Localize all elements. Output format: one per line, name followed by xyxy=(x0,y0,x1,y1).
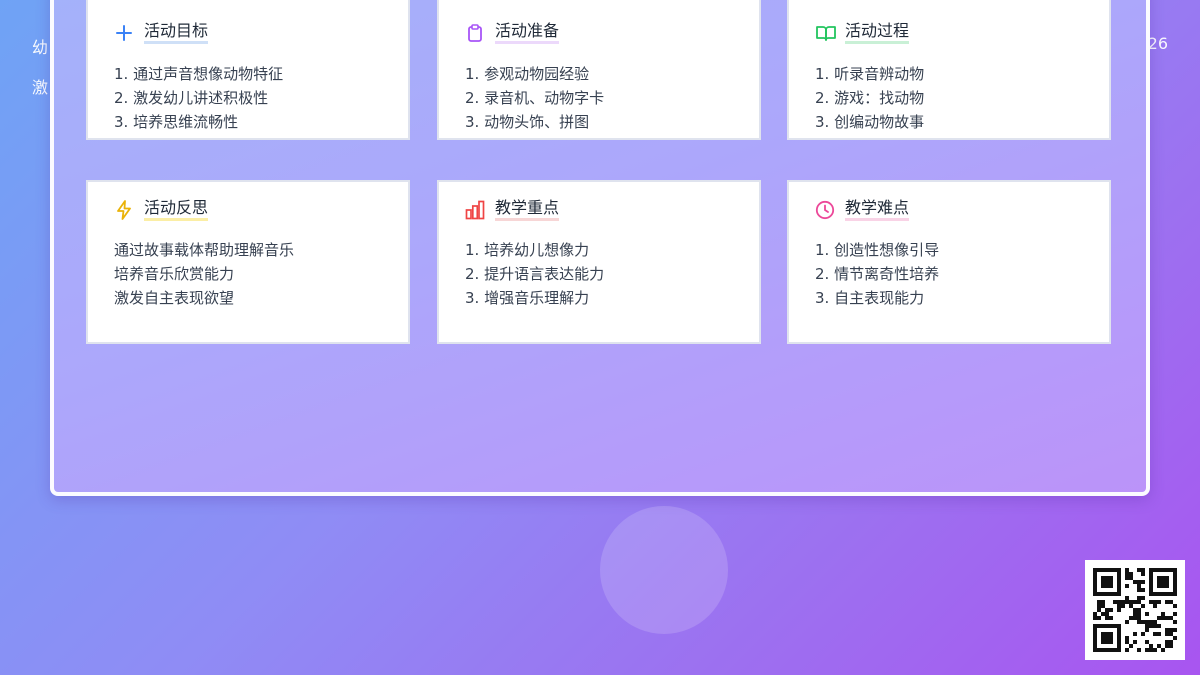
list-item: 3. 培养思维流畅性 xyxy=(114,113,239,131)
list-item: 激发自主表现欲望 xyxy=(114,289,235,307)
card-activity-reflection: 活动反思 通过故事载体帮助理解音乐 培养音乐欣赏能力 激发自主表现欲望 xyxy=(86,180,410,344)
card-title: 教学难点 xyxy=(845,199,910,221)
card-title: 活动反思 xyxy=(144,199,209,221)
background-text-line-1: 幼 xyxy=(32,38,49,57)
decorative-circle xyxy=(600,506,728,634)
list-item: 3. 创编动物故事 xyxy=(815,113,925,131)
list-item: 1. 创造性想像引导 xyxy=(815,241,940,259)
list-item: 3. 增强音乐理解力 xyxy=(465,289,590,307)
list-item: 1. 通过声音想像动物特征 xyxy=(114,65,284,83)
list-item: 2. 激发幼儿讲述积极性 xyxy=(114,89,269,107)
background-text-line-2: 激 xyxy=(32,78,49,97)
card-list: 通过故事载体帮助理解音乐 培养音乐欣赏能力 激发自主表现欲望 xyxy=(114,238,294,310)
card-list: 1. 通过声音想像动物特征 2. 激发幼儿讲述积极性 3. 培养思维流畅性 xyxy=(114,62,283,134)
card-list: 1. 创造性想像引导 2. 情节离奇性培养 3. 自主表现能力 xyxy=(815,238,939,310)
card-title: 教学重点 xyxy=(495,199,560,221)
lightning-icon xyxy=(114,200,134,220)
card-title: 活动目标 xyxy=(144,22,209,44)
card-teaching-difficulty: 教学难点 1. 创造性想像引导 2. 情节离奇性培养 3. 自主表现能力 xyxy=(787,180,1111,344)
list-item: 培养音乐欣赏能力 xyxy=(114,265,235,283)
card-teaching-focus: 教学重点 1. 培养幼儿想像力 2. 提升语言表达能力 3. 增强音乐理解力 xyxy=(437,180,761,344)
card-title: 活动过程 xyxy=(845,22,910,44)
plus-icon xyxy=(114,23,134,43)
card-activity-goal: 活动目标 1. 通过声音想像动物特征 2. 激发幼儿讲述积极性 3. 培养思维流… xyxy=(86,0,410,140)
list-item: 3. 动物头饰、拼图 xyxy=(465,113,590,131)
list-item: 2. 录音机、动物字卡 xyxy=(465,89,605,107)
list-item: 3. 自主表现能力 xyxy=(815,289,925,307)
list-item: 1. 参观动物园经验 xyxy=(465,65,590,83)
card-list: 1. 参观动物园经验 2. 录音机、动物字卡 3. 动物头饰、拼图 xyxy=(465,62,604,134)
qr-code xyxy=(1085,560,1185,660)
book-open-icon xyxy=(815,23,836,43)
list-item: 2. 游戏：找动物 xyxy=(815,89,925,107)
list-item: 1. 培养幼儿想像力 xyxy=(465,241,590,259)
card-activity-prep: 活动准备 1. 参观动物园经验 2. 录音机、动物字卡 3. 动物头饰、拼图 xyxy=(437,0,761,140)
background-text-right: 26 xyxy=(1147,34,1168,53)
bar-chart-icon xyxy=(465,200,485,220)
list-item: 通过故事载体帮助理解音乐 xyxy=(114,241,295,259)
clipboard-icon xyxy=(465,23,485,43)
main-panel: 活动目标 1. 通过声音想像动物特征 2. 激发幼儿讲述积极性 3. 培养思维流… xyxy=(50,0,1150,496)
card-title: 活动准备 xyxy=(495,22,560,44)
card-list: 1. 听录音辨动物 2. 游戏：找动物 3. 创编动物故事 xyxy=(815,62,924,134)
clock-icon xyxy=(815,200,835,220)
list-item: 1. 听录音辨动物 xyxy=(815,65,925,83)
list-item: 2. 情节离奇性培养 xyxy=(815,265,940,283)
card-activity-process: 活动过程 1. 听录音辨动物 2. 游戏：找动物 3. 创编动物故事 xyxy=(787,0,1111,140)
card-list: 1. 培养幼儿想像力 2. 提升语言表达能力 3. 增强音乐理解力 xyxy=(465,238,604,310)
list-item: 2. 提升语言表达能力 xyxy=(465,265,605,283)
